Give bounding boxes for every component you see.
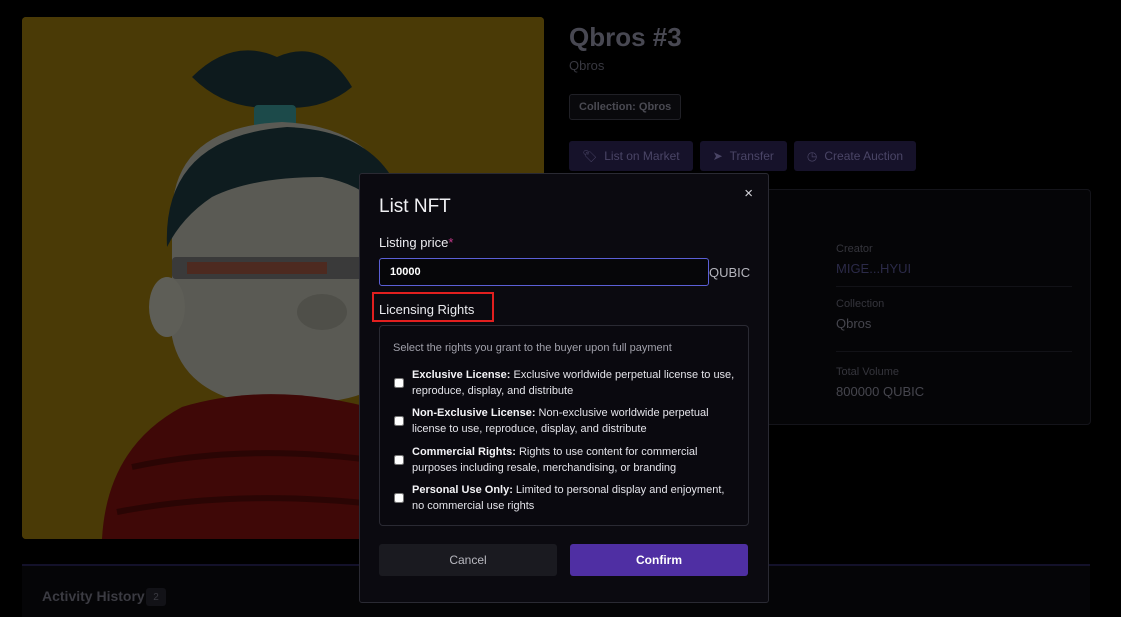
nft-collection-link[interactable]: Qbros <box>569 58 604 73</box>
tag-icon: 🏷︎ <box>582 149 598 163</box>
divider <box>836 351 1072 352</box>
create-auction-button[interactable]: ◷ Create Auction <box>793 141 917 171</box>
send-icon: ➤ <box>712 149 723 163</box>
right-option-text: Commercial Rights: Rights to use content… <box>412 444 738 476</box>
nft-title: Qbros #3 <box>569 22 682 52</box>
right-option-name: Exclusive License: <box>412 369 511 381</box>
personal-use-checkbox[interactable] <box>394 493 404 503</box>
right-option-text: Personal Use Only: Limited to personal d… <box>412 482 738 514</box>
right-option-non-exclusive[interactable]: Non-Exclusive License: Non-exclusive wor… <box>393 405 738 437</box>
creator-label: Creator <box>836 243 873 255</box>
list-on-market-button[interactable]: 🏷︎ List on Market <box>569 141 693 171</box>
collection-label: Collection <box>836 298 885 310</box>
confirm-button[interactable]: Confirm <box>570 544 748 576</box>
right-option-name: Non-Exclusive License: <box>412 407 536 419</box>
right-option-text: Exclusive License: Exclusive worldwide p… <box>412 367 738 399</box>
licensing-rights-hint: Select the rights you grant to the buyer… <box>393 342 672 354</box>
right-option-name: Commercial Rights: <box>412 446 516 458</box>
divider <box>836 286 1072 287</box>
creator-address-link[interactable]: MIGE...HYUI <box>836 261 911 276</box>
create-auction-label: Create Auction <box>824 149 904 163</box>
listing-price-label-text: Listing price <box>379 235 449 250</box>
right-option-text: Non-Exclusive License: Non-exclusive wor… <box>412 405 738 437</box>
right-option-name: Personal Use Only: <box>412 484 513 496</box>
collection-value: Qbros <box>836 316 872 331</box>
right-option-exclusive[interactable]: Exclusive License: Exclusive worldwide p… <box>393 367 738 399</box>
list-nft-modal: × List NFT Listing price* QUBIC Licensin… <box>359 173 769 603</box>
exclusive-license-checkbox[interactable] <box>394 378 404 388</box>
transfer-label: Transfer <box>729 149 774 163</box>
collection-badge[interactable]: Collection: Qbros <box>569 94 682 120</box>
commercial-rights-checkbox[interactable] <box>394 455 404 465</box>
close-icon[interactable]: × <box>744 185 753 202</box>
licensing-rights-highlight-box <box>372 292 494 322</box>
nft-action-bar: 🏷︎ List on Market ➤ Transfer ◷ Create Au… <box>569 141 917 171</box>
non-exclusive-license-checkbox[interactable] <box>394 416 404 426</box>
listing-price-input[interactable] <box>379 258 709 286</box>
licensing-rights-panel: Select the rights you grant to the buyer… <box>379 325 749 526</box>
list-on-market-label: List on Market <box>604 149 680 163</box>
total-volume-field: Total Volume 800000 QUBIC <box>836 366 924 399</box>
total-volume-label: Total Volume <box>836 366 899 378</box>
cancel-button[interactable]: Cancel <box>379 544 557 576</box>
clock-icon: ◷ <box>806 149 818 163</box>
transfer-button[interactable]: ➤ Transfer <box>699 141 787 171</box>
price-currency-unit: QUBIC <box>709 265 751 280</box>
activity-history-title: Activity History <box>42 588 145 604</box>
collection-field: Collection Qbros <box>836 298 884 331</box>
activity-count-badge: 2 <box>146 588 166 606</box>
required-marker: * <box>448 235 454 250</box>
creator-field: Creator MIGE...HYUI <box>836 243 911 276</box>
modal-title: List NFT <box>379 196 451 217</box>
listing-price-label: Listing price* <box>379 235 453 250</box>
right-option-personal-use[interactable]: Personal Use Only: Limited to personal d… <box>393 482 738 514</box>
right-option-commercial[interactable]: Commercial Rights: Rights to use content… <box>393 444 738 476</box>
total-volume-value: 800000 QUBIC <box>836 384 925 399</box>
